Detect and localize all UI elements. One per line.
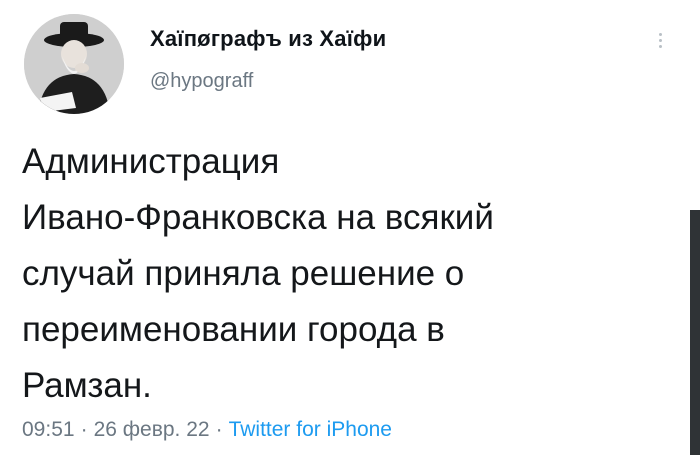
avatar-photo-icon xyxy=(24,14,124,114)
tweet-source-link[interactable]: Twitter for iPhone xyxy=(229,418,392,441)
tweet-date[interactable]: 26 февр. 22 xyxy=(94,418,210,441)
tweet-card: Хаїпøграфъ из Хаїфи @hypograff Администр… xyxy=(0,0,700,455)
tweet-text-line: Администрация xyxy=(22,142,280,181)
author-handle[interactable]: @hypograff xyxy=(150,70,253,93)
more-dots-icon xyxy=(658,32,662,48)
tweet-time[interactable]: 09:51 xyxy=(22,418,75,441)
scrollbar[interactable] xyxy=(690,210,700,455)
tweet-text-line: случай приняла решение о xyxy=(22,254,465,293)
tweet-text-line: переименовании города в xyxy=(22,310,445,349)
meta-separator: · xyxy=(215,418,223,441)
more-options-button[interactable] xyxy=(646,26,674,54)
tweet-text: Администрация Ивано-Франковска на всякий… xyxy=(22,134,662,414)
author-avatar[interactable] xyxy=(24,14,124,114)
meta-separator: · xyxy=(80,418,88,441)
tweet-text-line: Ивано-Франковска на всякий xyxy=(22,198,494,237)
author-display-name[interactable]: Хаїпøграфъ из Хаїфи xyxy=(150,26,386,52)
tweet-meta: 09:51 · 26 февр. 22 · Twitter for iPhone xyxy=(22,418,392,442)
tweet-text-line: Рамзан. xyxy=(22,366,152,405)
